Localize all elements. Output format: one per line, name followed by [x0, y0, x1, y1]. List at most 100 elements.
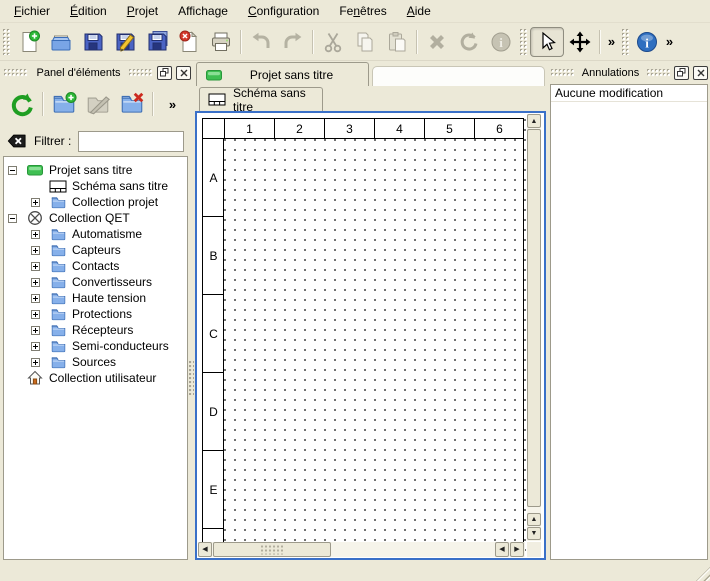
open-button[interactable] — [45, 27, 77, 57]
new-document-button[interactable] — [13, 27, 45, 57]
tree-item-label: Collection utilisateur — [49, 371, 156, 385]
grid-row-header: E — [202, 450, 224, 528]
save-button[interactable] — [77, 27, 109, 57]
toolbar-handle[interactable] — [3, 29, 10, 55]
tree-item-collection-utilisateur[interactable]: Collection utilisateur — [4, 370, 187, 386]
filter-input[interactable] — [78, 131, 184, 152]
toolbar-overflow-button[interactable]: » — [604, 34, 619, 49]
menu-edition[interactable]: Édition — [60, 1, 117, 21]
scroll-left-button[interactable]: ◀ — [495, 542, 509, 557]
toolbar-handle[interactable] — [622, 29, 629, 55]
reload-collections-button[interactable] — [5, 87, 39, 121]
scroll-up-button[interactable]: ▲ — [527, 114, 541, 128]
expand-icon[interactable] — [31, 326, 40, 335]
tree-item-label: Projet sans titre — [49, 163, 132, 177]
menu-fenetres[interactable]: Fenêtres — [329, 1, 396, 21]
element-info-button[interactable]: i — [485, 27, 517, 57]
rotate-button[interactable] — [453, 27, 485, 57]
elements-panel-header[interactable]: Panel d'éléments — [4, 64, 191, 81]
expand-icon[interactable] — [31, 198, 40, 207]
save-as-icon — [113, 30, 137, 54]
about-qet-button[interactable]: i — [632, 27, 662, 57]
clear-filter-button[interactable] — [5, 131, 27, 151]
print-button[interactable] — [205, 27, 237, 57]
toolbar-separator — [312, 30, 314, 54]
menu-affichage[interactable]: Affichage — [168, 1, 238, 21]
save-as-button[interactable] — [109, 27, 141, 57]
tree-item-schema-sans-titre[interactable]: Schéma sans titre — [4, 178, 187, 194]
collapse-icon[interactable] — [8, 214, 17, 223]
tree-item-capteurs[interactable]: Capteurs — [4, 242, 187, 258]
window-resize-grip[interactable] — [696, 567, 710, 581]
tree-item-label: Collection projet — [72, 195, 158, 209]
scroll-right-button[interactable]: ▶ — [510, 542, 524, 557]
horizontal-scrollbar[interactable]: ◀ ◀ ▶ — [198, 542, 525, 557]
expand-icon[interactable] — [31, 246, 40, 255]
scroll-left-button[interactable]: ◀ — [198, 542, 212, 557]
panel-toolbar-overflow-button[interactable]: » — [165, 97, 180, 112]
cut-button[interactable] — [317, 27, 349, 57]
scroll-down-button[interactable]: ▼ — [527, 527, 541, 540]
undo-button[interactable] — [245, 27, 277, 57]
tab-schema-sans-titre[interactable]: Schéma sans titre — [199, 87, 323, 111]
menu-configuration[interactable]: Configuration — [238, 1, 329, 21]
scroll-up-button[interactable]: ▲ — [527, 513, 541, 526]
tree-item-semi-conducteurs[interactable]: Semi-conducteurs — [4, 338, 187, 354]
redo-button[interactable] — [277, 27, 309, 57]
copy-button[interactable] — [349, 27, 381, 57]
save-icon — [81, 30, 105, 54]
folder-icon — [49, 274, 67, 291]
float-panel-button[interactable] — [674, 66, 689, 80]
tree-item-haute-tension[interactable]: Haute tension — [4, 290, 187, 306]
tab-projet-sans-titre[interactable]: Projet sans titre — [196, 62, 369, 86]
left-splitter[interactable] — [188, 61, 195, 581]
select-tool-button[interactable] — [530, 27, 564, 57]
vertical-scrollbar[interactable]: ▲ ▲ ▼ — [527, 114, 541, 541]
tree-item-automatisme[interactable]: Automatisme — [4, 226, 187, 242]
menu-projet[interactable]: Projet — [117, 1, 168, 21]
vertical-scroll-thumb[interactable] — [527, 129, 541, 507]
tree-item-collection-projet[interactable]: Collection projet — [4, 194, 187, 210]
new-element-button[interactable] — [47, 87, 81, 121]
menu-aide[interactable]: Aide — [397, 1, 441, 21]
expand-icon[interactable] — [31, 294, 40, 303]
paste-button[interactable] — [381, 27, 413, 57]
tree-item-protections[interactable]: Protections — [4, 306, 187, 322]
expand-icon[interactable] — [31, 342, 40, 351]
tree-item-sources[interactable]: Sources — [4, 354, 187, 370]
tree-item-label: Haute tension — [72, 291, 146, 305]
horizontal-scroll-thumb[interactable] — [213, 542, 331, 557]
toolbar-handle[interactable] — [520, 29, 527, 55]
tree-item-collection-qet[interactable]: Collection QET — [4, 210, 187, 226]
right-splitter[interactable] — [546, 61, 549, 581]
undo-panel-title: Annulations — [578, 67, 644, 79]
undo-panel-header[interactable]: Annulations — [551, 64, 708, 81]
close-panel-button[interactable] — [693, 66, 708, 80]
tree-item-recepteurs[interactable]: Récepteurs — [4, 322, 187, 338]
expand-icon[interactable] — [31, 310, 40, 319]
expand-icon[interactable] — [31, 278, 40, 287]
dock-grip-texture — [4, 69, 28, 77]
menu-fichier[interactable]: Fichier — [4, 1, 60, 21]
expand-icon[interactable] — [31, 230, 40, 239]
schema-view[interactable]: 1 2 3 4 5 6 A B C D E ▲ ▲ ▼ ◀ ◀ ▶ — [195, 111, 546, 560]
toolbar-overflow-button[interactable]: » — [662, 34, 677, 49]
tree-item-convertisseurs[interactable]: Convertisseurs — [4, 274, 187, 290]
tree-item-projet-sans-titre[interactable]: Projet sans titre — [4, 162, 187, 178]
edit-element-icon — [85, 91, 111, 117]
delete-element-button[interactable] — [115, 87, 149, 121]
print-icon — [209, 30, 233, 54]
float-panel-button[interactable] — [157, 66, 172, 80]
expand-icon[interactable] — [31, 262, 40, 271]
tab-label: Schéma sans titre — [233, 86, 314, 114]
edit-element-button[interactable] — [81, 87, 115, 121]
move-tool-button[interactable] — [564, 27, 596, 57]
delete-button[interactable] — [421, 27, 453, 57]
expand-icon[interactable] — [31, 358, 40, 367]
collapse-icon[interactable] — [8, 166, 17, 175]
tree-item-contacts[interactable]: Contacts — [4, 258, 187, 274]
element-info-icon: i — [489, 30, 513, 54]
save-all-button[interactable] — [141, 27, 173, 57]
undo-list-item[interactable]: Aucune modification — [551, 85, 707, 102]
close-file-button[interactable] — [173, 27, 205, 57]
